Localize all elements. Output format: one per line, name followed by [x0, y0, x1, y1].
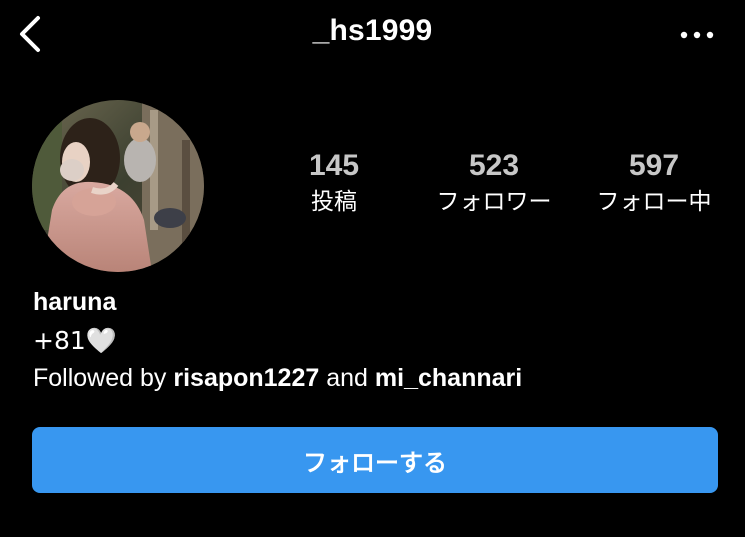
posts-label: 投稿	[311, 189, 357, 215]
stat-followers[interactable]: 523 フォロワー	[419, 148, 569, 218]
top-navigation-bar: _hs1999	[0, 0, 745, 70]
stat-posts[interactable]: 145 投稿	[259, 148, 409, 218]
followed-by-connector: and	[326, 364, 368, 392]
profile-stats: 145 投稿 523 フォロワー 597 フォロー中	[270, 148, 730, 228]
following-count: 597	[628, 149, 680, 182]
profile-photo	[32, 100, 204, 272]
profile-bio: +81🤍	[33, 326, 117, 355]
display-name: haruna	[33, 288, 117, 316]
followers-count: 523	[468, 149, 520, 182]
mutual-follower-1[interactable]: risapon1227	[173, 364, 319, 392]
stat-following[interactable]: 597 フォロー中	[579, 148, 729, 218]
ellipsis-icon	[680, 31, 714, 39]
following-label: フォロー中	[596, 189, 712, 215]
followed-by-text[interactable]: Followed by risapon1227 and mi_channari	[33, 364, 522, 393]
follow-button[interactable]: フォローする	[32, 427, 718, 493]
followers-label: フォロワー	[436, 189, 552, 215]
mutual-follower-2[interactable]: mi_channari	[375, 364, 522, 392]
profile-avatar[interactable]	[32, 100, 204, 272]
followed-by-prefix: Followed by	[33, 364, 167, 392]
more-options-button[interactable]	[679, 28, 715, 42]
posts-count: 145	[308, 149, 360, 182]
profile-username-title: _hs1999	[312, 14, 433, 47]
